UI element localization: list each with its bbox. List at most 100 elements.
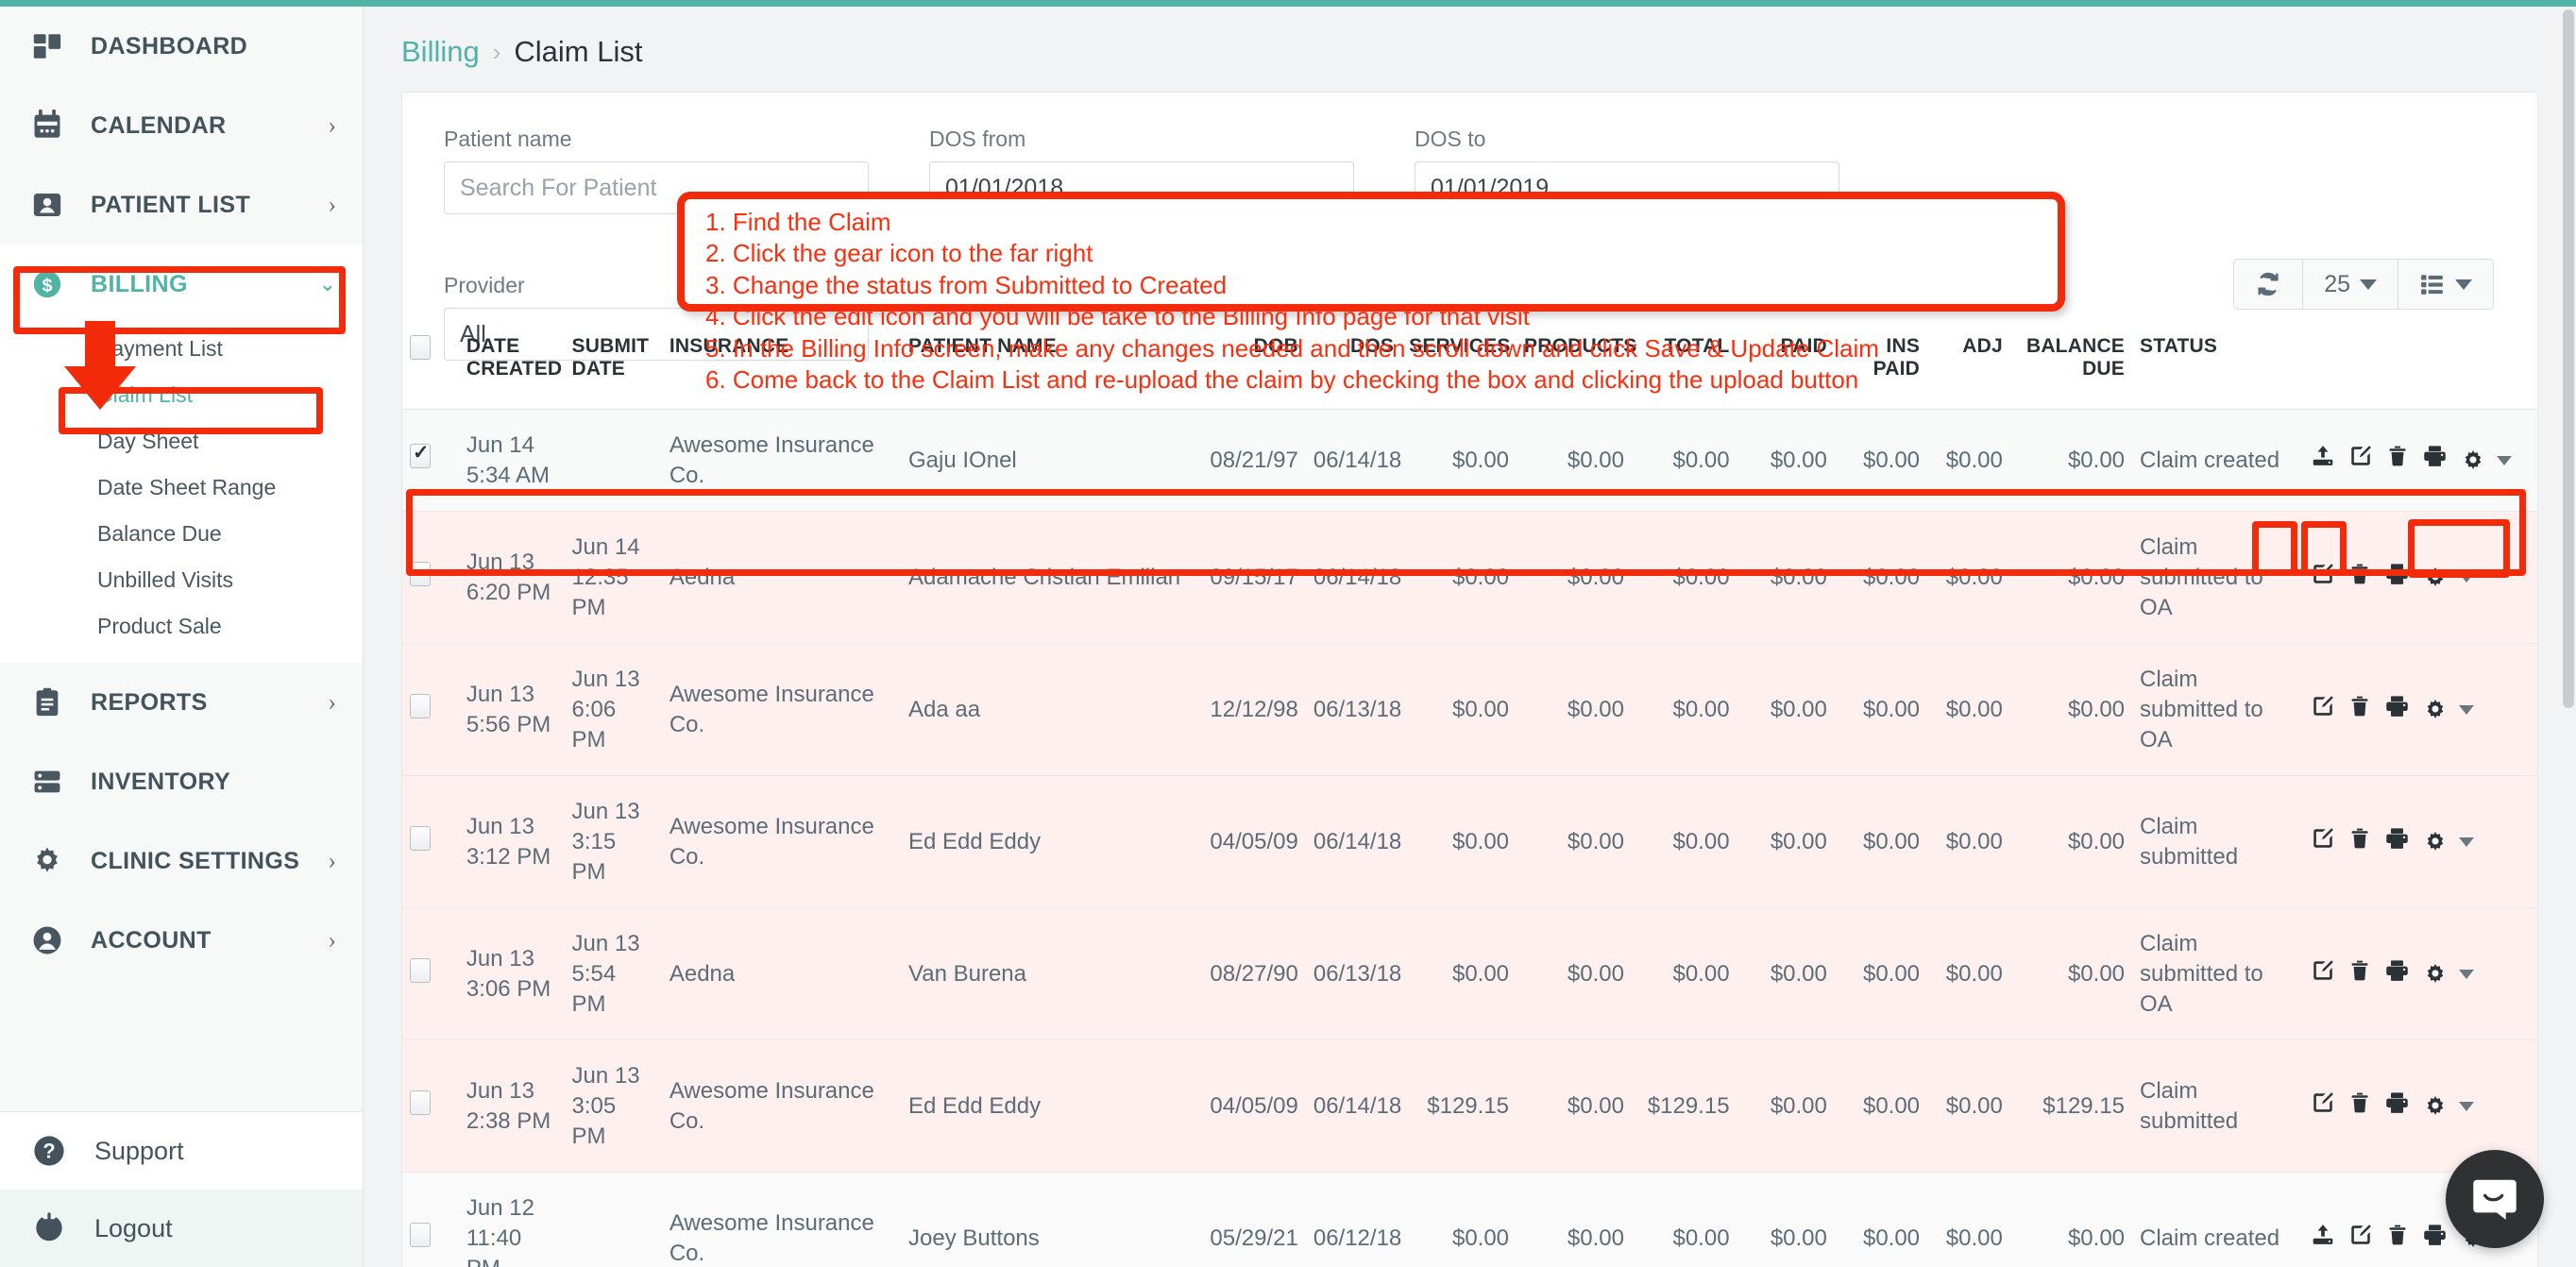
sidebar-subitem-balance-due[interactable]: Balance Due xyxy=(0,511,363,557)
row-edit-button[interactable] xyxy=(2311,826,2335,859)
row-checkbox[interactable] xyxy=(410,444,431,468)
row-delete-button[interactable] xyxy=(2348,562,2371,595)
cell-actions xyxy=(2303,776,2537,908)
row-checkbox[interactable] xyxy=(410,1090,431,1115)
row-delete-button[interactable] xyxy=(2348,826,2371,859)
row-gear-button[interactable] xyxy=(2423,698,2474,722)
row-gear-button[interactable] xyxy=(2461,448,2512,473)
sidebar-bottom: ? Support Logout xyxy=(0,1111,363,1267)
sidebar-item-clinic-settings[interactable]: CLINIC SETTINGS › xyxy=(0,821,363,901)
support-button[interactable]: ? Support xyxy=(0,1112,363,1190)
cell-dos: 06/12/18 xyxy=(1306,1173,1401,1267)
sidebar-item-inventory[interactable]: INVENTORY xyxy=(0,742,363,821)
select-all-checkbox[interactable] xyxy=(410,335,431,360)
cell-date-created: Jun 133:06 PM xyxy=(459,908,565,1040)
row-edit-button[interactable] xyxy=(2311,694,2335,727)
row-checkbox[interactable] xyxy=(410,826,431,851)
row-gear-button[interactable] xyxy=(2423,830,2474,854)
sidebar-subitem-unbilled-visits[interactable]: Unbilled Visits xyxy=(0,557,363,603)
row-gear-button[interactable] xyxy=(2423,962,2474,987)
cell-products: $0.00 xyxy=(1517,512,1632,644)
svg-text:$: $ xyxy=(42,275,52,296)
page-size-button[interactable]: 25 xyxy=(2303,260,2398,309)
sidebar-item-label: BILLING xyxy=(91,271,188,298)
sidebar-subitem-day-sheet[interactable]: Day Sheet xyxy=(0,418,363,465)
inventory-icon xyxy=(28,763,66,801)
sidebar-subitem-date-sheet-range[interactable]: Date Sheet Range xyxy=(0,465,363,511)
main-content: Billing › Claim List Patient name DOS fr… xyxy=(364,0,2576,1267)
col-date-created[interactable]: DATE CREATED xyxy=(459,324,565,410)
row-upload-button[interactable] xyxy=(2311,1223,2335,1256)
sidebar-item-reports[interactable]: REPORTS › xyxy=(0,663,363,742)
columns-button[interactable] xyxy=(2398,260,2493,309)
cell-products: $0.00 xyxy=(1517,908,1632,1040)
row-edit-button[interactable] xyxy=(2348,444,2373,477)
cell-patient-name: Ada aa xyxy=(901,644,1194,776)
row-edit-button[interactable] xyxy=(2311,562,2335,595)
col-status[interactable]: STATUS xyxy=(2132,324,2303,410)
row-print-button[interactable] xyxy=(2422,444,2448,477)
row-delete-button[interactable] xyxy=(2348,958,2371,991)
row-delete-button[interactable] xyxy=(2386,444,2409,477)
cell-actions xyxy=(2303,908,2537,1040)
cell-total: $0.00 xyxy=(1632,1173,1737,1267)
row-print-button[interactable] xyxy=(2384,694,2410,727)
cell-total: $0.00 xyxy=(1632,644,1737,776)
sidebar-subitem-product-sale[interactable]: Product Sale xyxy=(0,603,363,650)
top-accent-bar xyxy=(0,0,2576,7)
cell-dos: 06/14/18 xyxy=(1306,776,1401,908)
row-print-button[interactable] xyxy=(2384,826,2410,859)
cell-balance-due: $0.00 xyxy=(2010,776,2132,908)
table-row[interactable]: Jun 133:06 PMJun 135:54 PMAednaVan Buren… xyxy=(402,908,2537,1040)
sidebar-item-billing[interactable]: $ BILLING ⌄ xyxy=(0,245,363,324)
sidebar-item-label: CALENDAR xyxy=(91,112,226,140)
row-gear-button[interactable] xyxy=(2423,1094,2474,1119)
row-checkbox[interactable] xyxy=(410,694,431,718)
claims-table-wrapper: DATE CREATED SUBMIT DATE INSURANCE PATIE… xyxy=(402,324,2537,1267)
table-row[interactable]: Jun 135:56 PMJun 136:06 PMAwesome Insura… xyxy=(402,644,2537,776)
row-checkbox[interactable] xyxy=(410,1223,431,1247)
row-edit-button[interactable] xyxy=(2311,958,2335,991)
cell-patient-name: Joey Buttons xyxy=(901,1173,1194,1267)
cell-dob: 05/29/21 xyxy=(1194,1173,1306,1267)
table-row[interactable]: Jun 1211:40 PMAwesome Insurance Co.Joey … xyxy=(402,1173,2537,1267)
table-row[interactable]: Jun 145:34 AMAwesome Insurance Co.Gaju I… xyxy=(402,410,2537,512)
table-row[interactable]: Jun 132:38 PMJun 133:05 PMAwesome Insura… xyxy=(402,1040,2537,1173)
row-checkbox[interactable] xyxy=(410,562,431,586)
sidebar-item-account[interactable]: ACCOUNT › xyxy=(0,901,363,980)
row-edit-button[interactable] xyxy=(2348,1223,2373,1256)
sidebar-item-patient-list[interactable]: PATIENT LIST › xyxy=(0,165,363,245)
row-print-button[interactable] xyxy=(2422,1223,2448,1256)
breadcrumb-billing[interactable]: Billing xyxy=(401,35,480,69)
row-select-cell xyxy=(402,776,459,908)
cell-balance-due: $0.00 xyxy=(2010,644,2132,776)
row-delete-button[interactable] xyxy=(2386,1223,2409,1256)
row-select-cell xyxy=(402,1173,459,1267)
table-row[interactable]: Jun 133:12 PMJun 133:15 PMAwesome Insura… xyxy=(402,776,2537,908)
table-row[interactable]: Jun 136:20 PMJun 1412:35 PMAednaAdamache… xyxy=(402,512,2537,644)
row-print-button[interactable] xyxy=(2384,562,2410,595)
annotation-steps: 1. Find the Claim 2. Click the gear icon… xyxy=(705,207,2058,396)
row-delete-button[interactable] xyxy=(2348,694,2371,727)
chat-widget-button[interactable] xyxy=(2446,1150,2544,1248)
row-print-button[interactable] xyxy=(2384,958,2410,991)
cell-products: $0.00 xyxy=(1517,776,1632,908)
row-edit-button[interactable] xyxy=(2311,1090,2335,1123)
chevron-down-icon xyxy=(2497,456,2512,465)
vertical-scrollbar[interactable] xyxy=(2563,9,2574,708)
row-upload-button[interactable] xyxy=(2311,444,2335,477)
refresh-button[interactable] xyxy=(2234,260,2303,309)
sidebar-item-calendar[interactable]: CALENDAR › xyxy=(0,86,363,165)
row-checkbox[interactable] xyxy=(410,958,431,983)
row-gear-button[interactable] xyxy=(2423,566,2474,590)
sidebar-item-dashboard[interactable]: DASHBOARD xyxy=(0,7,363,86)
cell-actions xyxy=(2303,410,2537,512)
dos-from-label: DOS from xyxy=(929,127,1354,152)
row-print-button[interactable] xyxy=(2384,1090,2410,1123)
cell-total: $0.00 xyxy=(1632,410,1737,512)
col-submit-date[interactable]: SUBMIT DATE xyxy=(565,324,662,410)
row-delete-button[interactable] xyxy=(2348,1090,2371,1123)
table-toolbar: 25 xyxy=(2233,259,2494,310)
logout-button[interactable]: Logout xyxy=(0,1190,363,1267)
cell-date-created: Jun 133:12 PM xyxy=(459,776,565,908)
